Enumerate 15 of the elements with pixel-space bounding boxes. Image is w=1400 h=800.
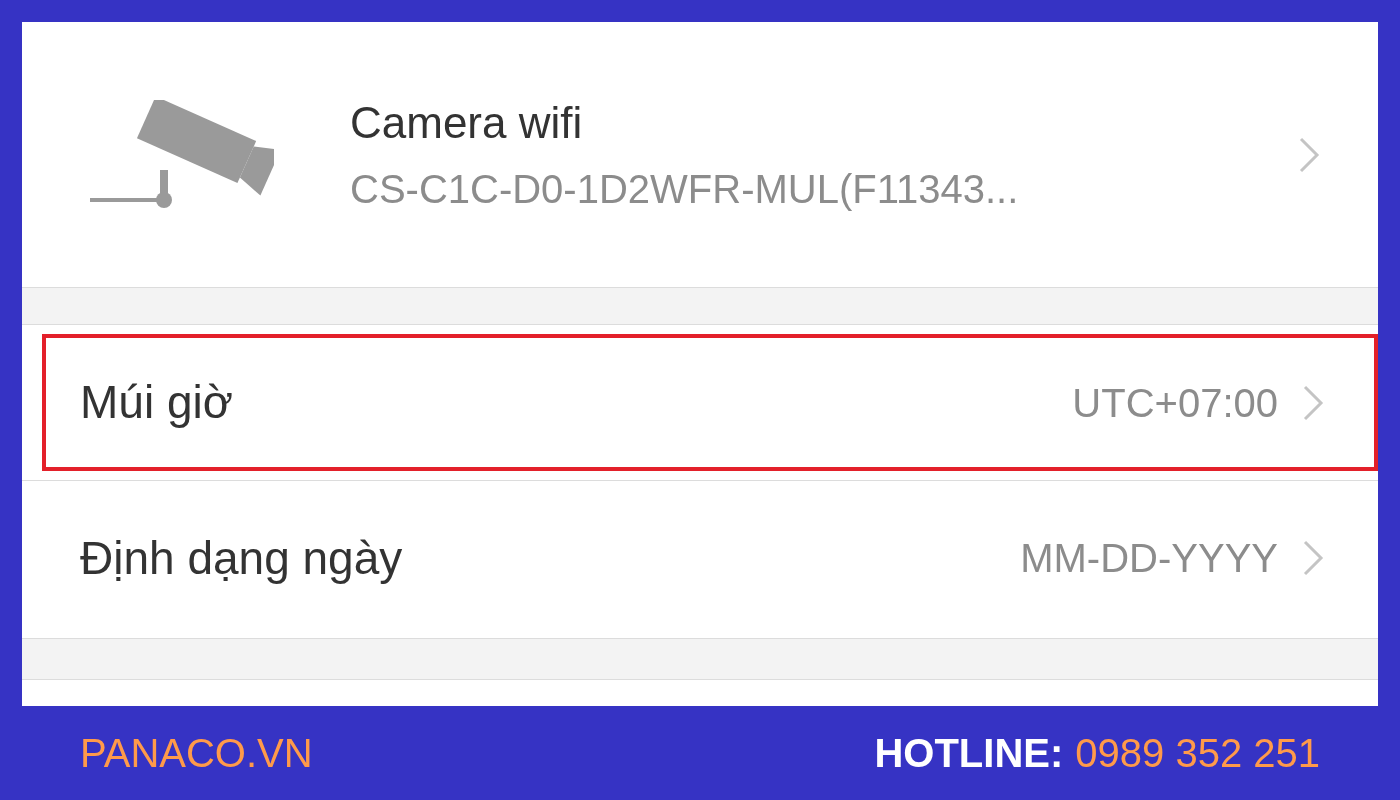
chevron-right-icon: [1302, 539, 1324, 577]
chevron-right-icon: [1298, 135, 1320, 174]
settings-row[interactable]: Định dạng ngày MM-DD-YYYY: [42, 489, 1378, 627]
chevron-right-icon: [1302, 383, 1324, 422]
security-camera-icon: [90, 99, 274, 210]
setting-value: MM-DD-YYYY: [1020, 535, 1278, 582]
setting-value: UTC+07:00: [1072, 379, 1278, 427]
device-name: Camera wifi: [350, 100, 584, 145]
device-model: CS-C1C-D0-1D2WFR-MUL(F11343...: [350, 168, 1020, 209]
hotline-number: 0989 352 251: [1075, 730, 1320, 777]
setting-label: Định dạng ngày: [80, 530, 404, 586]
settings-row[interactable]: Múi giờ UTC+07:00: [42, 334, 1378, 471]
setting-label: Múi giờ: [80, 375, 234, 430]
site-name: PANACO.VN: [80, 730, 313, 777]
hotline-label: HOTLINE:: [874, 730, 1064, 777]
